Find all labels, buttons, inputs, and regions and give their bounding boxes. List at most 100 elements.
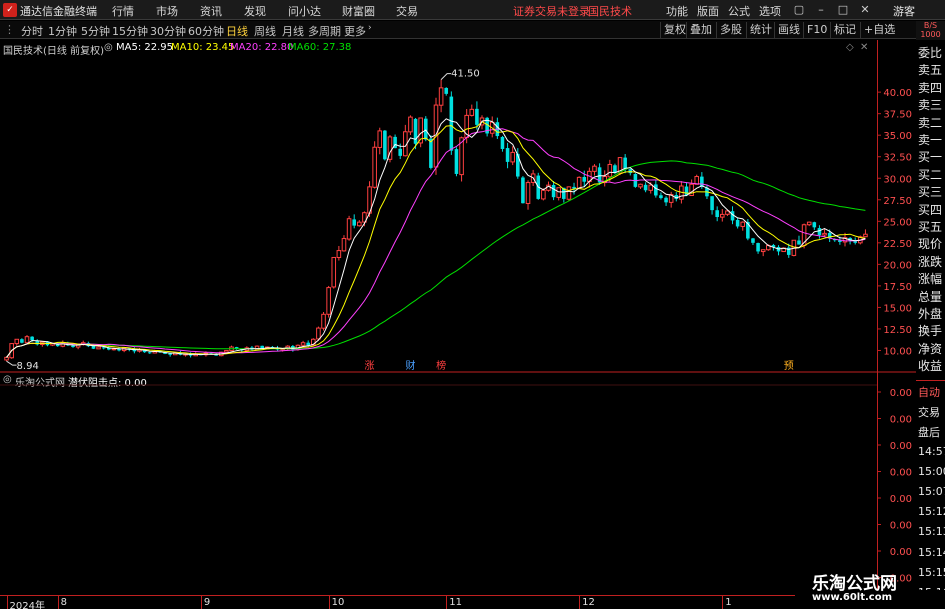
candle-body[interactable]: [346, 218, 352, 240]
candle-body[interactable]: [592, 165, 597, 172]
candle-body[interactable]: [648, 184, 654, 191]
x-tick-mark: [328, 596, 330, 609]
candle-body[interactable]: [797, 240, 801, 245]
quote-panel: 委比 卖五 卖四 卖三 卖二 卖一 买一 买二 买三 买四 买五 现价 涨跌 涨幅 总量 外盘 换手 净资 收益 自动…: [916, 40, 945, 599]
quote-field-label: 买二: [918, 167, 943, 182]
candle-body[interactable]: [30, 336, 34, 341]
tick-time-label: 15:15: [918, 565, 945, 579]
candle-body[interactable]: [321, 313, 326, 329]
candle-body[interactable]: [336, 250, 342, 258]
candle-body[interactable]: [740, 221, 746, 227]
candle-body[interactable]: [4, 356, 9, 361]
candle-body[interactable]: [372, 146, 377, 188]
candle-body[interactable]: [817, 228, 822, 236]
candle-body[interactable]: [413, 118, 418, 144]
candle-body[interactable]: [14, 338, 20, 345]
candle-body[interactable]: [408, 116, 413, 133]
candle-body[interactable]: [521, 177, 525, 204]
candle-body[interactable]: [853, 241, 858, 243]
candle-body[interactable]: [710, 196, 714, 211]
event-marker[interactable]: 预: [784, 360, 794, 372]
candle-body[interactable]: [91, 345, 96, 349]
candle-body[interactable]: [20, 339, 24, 343]
quote-field-label: 买一: [918, 150, 943, 165]
candle-body[interactable]: [735, 219, 740, 227]
candle-body[interactable]: [316, 327, 321, 340]
candle-body[interactable]: [168, 353, 172, 355]
x-tick-mark: [722, 596, 724, 609]
candle-body[interactable]: [475, 108, 479, 125]
candle-body[interactable]: [664, 197, 668, 203]
candle-body[interactable]: [607, 163, 613, 178]
candle-body[interactable]: [525, 182, 531, 204]
candle-body[interactable]: [689, 183, 694, 197]
guest-label[interactable]: 游客: [893, 3, 915, 19]
candle-body[interactable]: [398, 148, 403, 156]
candle-body[interactable]: [444, 87, 449, 94]
bs-corner[interactable]: B/S 1000: [916, 21, 945, 40]
tick-time-label: 15:13: [918, 525, 945, 539]
candle-body[interactable]: [423, 118, 428, 140]
x-tick-label: 1: [725, 597, 732, 608]
candle-body[interactable]: [654, 184, 658, 196]
x-tick-label: 2024年: [9, 601, 45, 609]
candle-body[interactable]: [760, 249, 766, 253]
candle-body[interactable]: [720, 213, 725, 218]
quote-field-label: 卖四: [918, 80, 943, 95]
candle-body[interactable]: [694, 176, 700, 185]
candle-body[interactable]: [505, 148, 510, 162]
kline-chart[interactable]: 41.50 8.94 涨 财 榜 预: [0, 0, 877, 595]
candle-body[interactable]: [551, 184, 556, 198]
candle-body[interactable]: [147, 352, 152, 354]
event-marker[interactable]: 涨: [365, 360, 375, 372]
event-marker[interactable]: 财: [405, 359, 415, 372]
event-marker[interactable]: 榜: [436, 359, 446, 372]
candle-body[interactable]: [541, 189, 546, 200]
candle-body[interactable]: [715, 210, 719, 217]
candle-body[interactable]: [566, 186, 572, 200]
candle-body[interactable]: [659, 195, 663, 199]
candle-body[interactable]: [331, 256, 337, 288]
candle-body[interactable]: [24, 336, 30, 344]
tick-time-label: 15:14: [918, 545, 945, 559]
candle-body[interactable]: [863, 233, 868, 238]
candle-body[interactable]: [357, 221, 362, 227]
candle-body[interactable]: [96, 346, 101, 350]
auto-trade-button[interactable]: 自动: [918, 384, 945, 400]
candle-body[interactable]: [510, 151, 515, 163]
candle-body[interactable]: [469, 108, 475, 116]
tick-time-label: 15:07: [918, 485, 945, 498]
candle-body[interactable]: [71, 345, 75, 348]
candle-body[interactable]: [751, 238, 755, 243]
quote-field-label: 总量: [918, 289, 943, 304]
candle-body[interactable]: [377, 130, 383, 148]
candle-body[interactable]: [438, 87, 444, 106]
bs-count: 1000: [920, 30, 941, 39]
candle-body[interactable]: [576, 176, 582, 189]
candle-body[interactable]: [449, 96, 454, 151]
date-axis: 2024年 8 9 10 11 12 1: [0, 595, 877, 609]
candle-body[interactable]: [429, 138, 433, 168]
candle-body[interactable]: [454, 149, 459, 174]
candle-body[interactable]: [756, 243, 760, 252]
candle-body[interactable]: [582, 177, 587, 182]
candle-body[interactable]: [383, 130, 387, 160]
candle-body[interactable]: [822, 232, 827, 236]
candle-body[interactable]: [352, 219, 356, 226]
quote-field-label: 外盘: [918, 307, 943, 321]
candle-body[interactable]: [556, 187, 561, 198]
low-label: 8.94: [17, 361, 39, 372]
candle-body[interactable]: [638, 183, 643, 188]
candle-body[interactable]: [306, 342, 310, 346]
candle-body[interactable]: [101, 347, 106, 349]
candle-body[interactable]: [643, 184, 648, 191]
candle-body[interactable]: [812, 222, 817, 228]
quote-field-label: 卖一: [918, 133, 943, 147]
candle-body[interactable]: [341, 238, 347, 252]
candle-body[interactable]: [806, 221, 812, 226]
candle-body[interactable]: [572, 186, 576, 189]
candle-body[interactable]: [224, 349, 229, 353]
candle-body[interactable]: [300, 342, 306, 346]
candle-body[interactable]: [500, 136, 505, 149]
candle-body[interactable]: [326, 287, 331, 315]
